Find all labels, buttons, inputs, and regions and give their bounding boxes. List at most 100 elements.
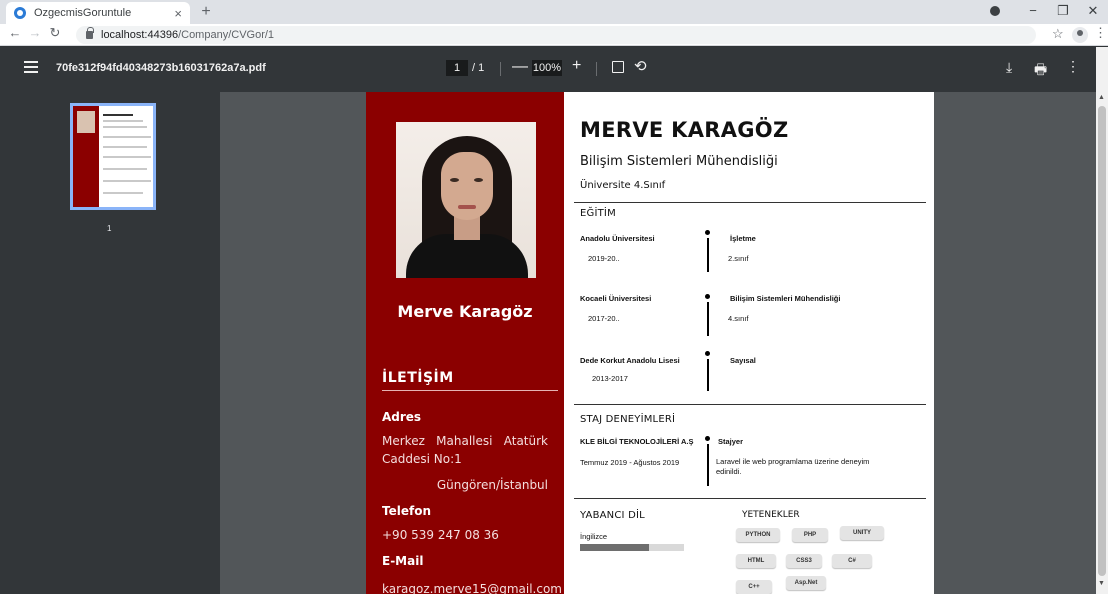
pdf-viewport[interactable]: Merve Karagöz İLETİŞİM Adres Merkez Maha… xyxy=(220,92,1096,594)
internship-dates: Temmuz 2019 - Ağustos 2019 xyxy=(580,458,680,467)
contact-divider xyxy=(382,390,558,391)
reload-icon[interactable]: ↻ xyxy=(46,25,64,41)
zoom-level-input[interactable]: 100% xyxy=(532,60,562,76)
account-avatar-icon[interactable] xyxy=(1072,27,1088,43)
education-school: Anadolu Üniversitesi xyxy=(580,234,655,243)
timeline-line xyxy=(707,359,709,391)
scroll-down-arrow-icon[interactable]: ▼ xyxy=(1098,580,1105,587)
zoom-out-button[interactable]: — xyxy=(512,58,528,76)
rotate-icon[interactable]: ⟲ xyxy=(634,57,647,75)
skill-chip: Asp.Net xyxy=(786,576,826,590)
fit-page-icon[interactable] xyxy=(612,61,624,73)
new-tab-button[interactable]: + xyxy=(196,2,216,22)
contact-heading: İLETİŞİM xyxy=(382,370,454,386)
languages-heading: YABANCI DİL xyxy=(580,510,645,521)
address-line-3: Güngören/İstanbul xyxy=(436,478,548,492)
skill-chip: HTML xyxy=(736,554,776,568)
timeline-line xyxy=(707,302,709,336)
education-years: 2019-20.. xyxy=(588,254,620,263)
pdf-filename: 70fe312f94fd40348273b16031762a7a.pdf xyxy=(56,62,266,74)
skill-chip: C# xyxy=(832,554,872,568)
scroll-up-arrow-icon[interactable]: ▲ xyxy=(1098,94,1105,101)
close-window-button[interactable]: ✕ xyxy=(1078,0,1108,24)
language-name: İngilizce xyxy=(580,532,608,541)
browser-toolbar: ← → ↻ localhost:44396/Company/CVGor/1 ☆ … xyxy=(0,24,1108,46)
browser-tab[interactable]: OzgecmisGoruntule × xyxy=(6,2,190,24)
tab-title: OzgecmisGoruntule xyxy=(34,7,132,19)
cv-left-column: Merve Karagöz İLETİŞİM Adres Merkez Maha… xyxy=(366,92,564,594)
print-icon[interactable]: 🖶 xyxy=(1034,59,1047,83)
forward-arrow-icon[interactable]: → xyxy=(26,25,44,40)
internship-heading: STAJ DENEYİMLERİ xyxy=(580,414,676,425)
education-class: 4.sınıf xyxy=(728,314,749,323)
timeline-dot xyxy=(705,294,710,299)
cv-study-year: Üniversite 4.Sınıf xyxy=(580,180,666,191)
skill-chip: PYTHON xyxy=(736,528,780,542)
thumbnail-sidebar: 1 xyxy=(0,92,220,594)
skill-chip: UNITY xyxy=(840,526,884,540)
url-host: localhost:44396 xyxy=(101,29,179,41)
pdf-page: Merve Karagöz İLETİŞİM Adres Merkez Maha… xyxy=(366,92,934,594)
education-years: 2013-2017 xyxy=(592,374,628,383)
profile-indicator-icon[interactable] xyxy=(980,0,1010,24)
thumbnail-page-number: 1 xyxy=(107,224,112,233)
vertical-scrollbar[interactable]: ▲ ▼ xyxy=(1096,92,1108,594)
scrollbar-track-top xyxy=(1096,47,1108,92)
address-label: Adres xyxy=(382,410,422,424)
education-department: Bilişim Sistemleri Mühendisliği xyxy=(730,294,841,303)
tab-close-icon[interactable]: × xyxy=(174,6,182,21)
section-divider xyxy=(574,404,926,405)
favicon-icon xyxy=(14,7,26,19)
language-level-bar xyxy=(580,544,684,551)
page-thumbnail[interactable] xyxy=(70,103,156,210)
timeline-dot xyxy=(705,436,710,441)
minimize-button[interactable]: − xyxy=(1018,0,1048,24)
maximize-button[interactable]: ❐ xyxy=(1048,0,1078,24)
more-actions-icon[interactable]: ⋮ xyxy=(1066,58,1080,75)
language-level-fill xyxy=(580,544,649,551)
skills-heading: YETENEKLER xyxy=(742,510,800,520)
address-bar[interactable]: localhost:44396/Company/CVGor/1 xyxy=(76,26,1036,44)
scrollbar-thumb[interactable] xyxy=(1098,106,1106,576)
back-arrow-icon[interactable]: ← xyxy=(6,25,24,40)
section-divider xyxy=(574,498,926,499)
cv-right-column: MERVE KARAGÖZ Bilişim Sistemleri Mühendi… xyxy=(564,92,934,594)
skill-chip: PHP xyxy=(792,528,828,542)
timeline-line xyxy=(707,444,709,486)
toolbar-divider xyxy=(500,62,501,76)
cv-job-title: Bilişim Sistemleri Mühendisliği xyxy=(580,154,778,169)
lock-icon xyxy=(86,27,94,39)
browser-menu-icon[interactable]: ⋮ xyxy=(1094,25,1107,41)
toolbar-divider xyxy=(596,62,597,76)
zoom-in-button[interactable]: + xyxy=(572,57,581,75)
skill-chip: C++ xyxy=(736,580,772,594)
pdf-toolbar: 70fe312f94fd40348273b16031762a7a.pdf 1 /… xyxy=(0,47,1108,92)
education-school: Kocaeli Üniversitesi xyxy=(580,294,652,303)
education-years: 2017-20.. xyxy=(588,314,620,323)
email-value: karagoz.merve15@gmail.com xyxy=(382,582,562,594)
menu-hamburger-icon[interactable] xyxy=(24,61,38,73)
download-icon[interactable]: ⤓ xyxy=(1006,59,1012,76)
bookmark-star-icon[interactable]: ☆ xyxy=(1052,26,1064,42)
cv-name-heading: MERVE KARAGÖZ xyxy=(580,118,789,142)
phone-label: Telefon xyxy=(382,504,431,518)
timeline-dot xyxy=(705,230,710,235)
timeline-dot xyxy=(705,351,710,356)
education-class: 2.sınıf xyxy=(728,254,749,263)
phone-value: +90 539 247 08 36 xyxy=(382,528,499,542)
email-label: E-Mail xyxy=(382,554,424,568)
section-divider xyxy=(574,202,926,203)
education-heading: EĞİTİM xyxy=(580,208,616,219)
page-number-input[interactable]: 1 xyxy=(446,60,468,76)
profile-photo xyxy=(396,122,536,278)
address-line-1: Merkez Mahallesi Atatürk xyxy=(382,434,548,448)
cv-left-name: Merve Karagöz xyxy=(397,302,533,321)
url-path: /Company/CVGor/1 xyxy=(178,29,275,41)
education-department: İşletme xyxy=(730,234,756,243)
education-school: Dede Korkut Anadolu Lisesi xyxy=(580,356,680,365)
internship-company: KLE BİLGİ TEKNOLOJİLERİ A.Ş xyxy=(580,437,694,446)
internship-description: Laravel ile web programlama üzerine dene… xyxy=(716,457,870,476)
skill-chip: CSS3 xyxy=(786,554,822,568)
address-line-2: Caddesi No:1 xyxy=(382,452,462,466)
tab-strip: OzgecmisGoruntule × + − ❐ ✕ xyxy=(0,0,1108,24)
